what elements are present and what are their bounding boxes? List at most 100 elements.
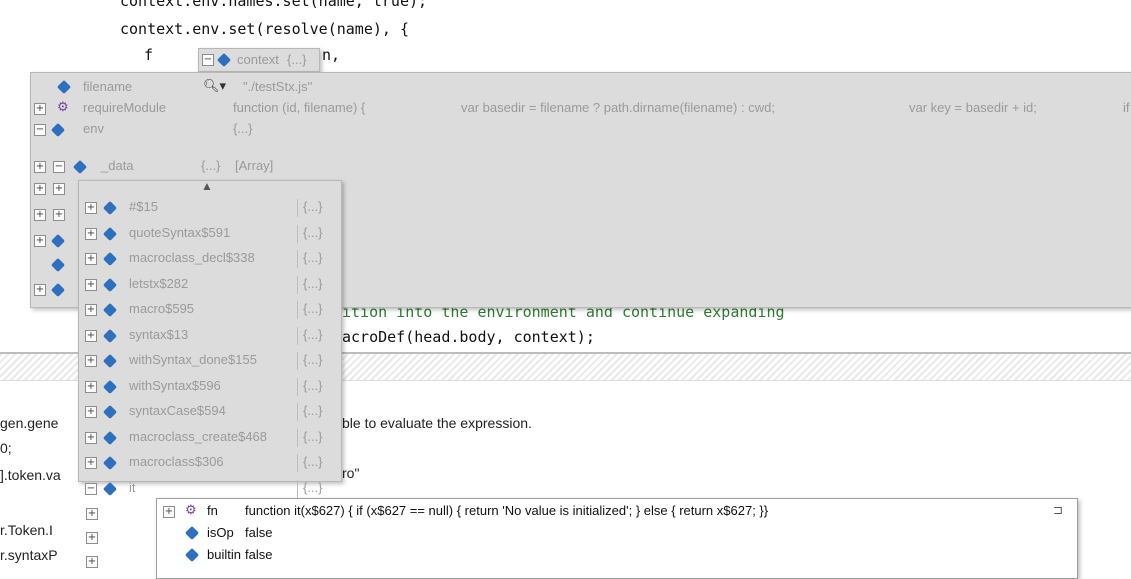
member-name-fn: fn bbox=[207, 503, 218, 518]
context-datatip[interactable]: − context {...} bbox=[198, 48, 320, 72]
data-item-value: {...} bbox=[303, 250, 323, 265]
object-icon bbox=[102, 404, 118, 420]
data-item-value: {...} bbox=[303, 199, 323, 214]
member-name-data: _data bbox=[101, 158, 134, 173]
expand-icon[interactable]: + bbox=[85, 381, 97, 393]
output-fragment: ro" bbox=[342, 465, 360, 481]
data-item-name: withSyntax_done$155 bbox=[129, 352, 257, 367]
data-item-row[interactable]: + withSyntax$596 {...} bbox=[79, 376, 341, 398]
output-line-2: 0; bbox=[0, 440, 12, 456]
expand-icon[interactable]: + bbox=[85, 432, 97, 444]
expand-icon[interactable]: + bbox=[86, 556, 98, 568]
member-name-requiremodule: requireModule bbox=[83, 100, 167, 115]
object-icon bbox=[50, 122, 66, 138]
expand-icon[interactable]: + bbox=[86, 508, 98, 520]
expand-icon[interactable]: + bbox=[34, 161, 46, 173]
expand-icon[interactable]: + bbox=[86, 532, 98, 544]
member-value-env: {...} bbox=[233, 121, 253, 136]
object-icon bbox=[102, 226, 118, 242]
data-item-row[interactable]: − it {...} bbox=[79, 478, 341, 500]
expand-icon[interactable]: + bbox=[85, 279, 97, 291]
data-array-popup[interactable]: ▲ + #$15 {...} + quoteSyntax$591 {...} + macroc… bbox=[78, 179, 342, 498]
search-icon[interactable]: 🔍︎▾ bbox=[203, 78, 226, 94]
data-item-name: quoteSyntax$591 bbox=[129, 225, 231, 240]
expand-icon[interactable]: + bbox=[34, 235, 46, 247]
expand-icon[interactable]: + bbox=[53, 209, 65, 221]
data-item-value: {...} bbox=[303, 378, 323, 393]
expand-icon[interactable]: + bbox=[85, 253, 97, 265]
datatip-name: context bbox=[237, 52, 279, 67]
data-item-row[interactable]: + macroclass_create$468 {...} bbox=[79, 427, 341, 449]
column-divider bbox=[297, 403, 298, 421]
data-item-value: {...} bbox=[303, 480, 323, 495]
column-divider bbox=[297, 327, 298, 345]
data-item-row[interactable]: + syntax$13 {...} bbox=[79, 325, 341, 347]
object-icon bbox=[56, 79, 72, 95]
data-item-name: it bbox=[129, 480, 136, 495]
collapse-icon[interactable]: − bbox=[34, 124, 46, 136]
output-line-1: gen.gene bbox=[0, 415, 59, 431]
data-item-value: {...} bbox=[303, 301, 323, 316]
column-divider bbox=[297, 276, 298, 294]
expand-icon[interactable]: + bbox=[85, 330, 97, 342]
expand-icon[interactable]: + bbox=[85, 355, 97, 367]
data-item-name: macroclass$306 bbox=[129, 454, 224, 469]
it-members-popup[interactable]: + ⚙ fn function it(x$627) { if (x$627 ==… bbox=[156, 498, 1078, 579]
expand-icon[interactable]: + bbox=[34, 183, 46, 195]
code-line-expand: acroDef(head.body, context); bbox=[342, 328, 595, 346]
object-icon bbox=[184, 547, 200, 563]
object-icon bbox=[72, 159, 88, 175]
expand-icon[interactable]: + bbox=[34, 103, 46, 115]
object-icon bbox=[102, 328, 118, 344]
output-line-5: r.syntaxP bbox=[0, 547, 58, 563]
output-line-4: r.Token.I bbox=[0, 522, 53, 538]
data-item-row[interactable]: + quoteSyntax$591 {...} bbox=[79, 223, 341, 245]
pin-icon[interactable]: ⊐ bbox=[1053, 503, 1063, 517]
object-icon bbox=[102, 481, 118, 497]
expand-icon[interactable]: + bbox=[53, 183, 65, 195]
object-icon bbox=[184, 525, 200, 541]
data-item-name: withSyntax$596 bbox=[129, 378, 221, 393]
column-divider bbox=[297, 480, 298, 498]
expand-icon[interactable]: + bbox=[85, 457, 97, 469]
code-line-2: context.env.set(resolve(name), { bbox=[120, 20, 409, 38]
data-item-row[interactable]: + macroclass_decl$338 {...} bbox=[79, 248, 341, 270]
code-line-3-prefix: f bbox=[144, 46, 154, 64]
datatip-value: {...} bbox=[287, 52, 307, 67]
collapse-icon[interactable]: − bbox=[85, 483, 97, 495]
data-item-name: macro$595 bbox=[129, 301, 195, 316]
column-divider bbox=[297, 225, 298, 243]
data-item-row[interactable]: + macro$595 {...} bbox=[79, 299, 341, 321]
data-item-row[interactable]: + macroclass$306 {...} bbox=[79, 452, 341, 474]
expand-icon[interactable]: + bbox=[34, 209, 46, 221]
column-divider bbox=[297, 378, 298, 396]
expand-icon[interactable]: + bbox=[85, 228, 97, 240]
data-item-name: syntaxCase$594 bbox=[129, 403, 226, 418]
expand-icon[interactable]: + bbox=[163, 506, 175, 518]
code-line-1: context.env.names.set(name, true); bbox=[120, 0, 428, 10]
data-item-row[interactable]: + letstx$282 {...} bbox=[79, 274, 341, 296]
expand-icon[interactable]: + bbox=[85, 406, 97, 418]
method-icon: ⚙ bbox=[57, 99, 69, 114]
column-divider bbox=[297, 199, 298, 217]
collapse-icon[interactable]: − bbox=[202, 54, 214, 66]
member-name-builtin: builtin bbox=[207, 547, 241, 562]
object-icon bbox=[50, 282, 66, 298]
member-value-basedir: var basedir = filename ? path.dirname(fi… bbox=[461, 100, 775, 115]
scroll-up-arrow[interactable]: ▲ bbox=[201, 179, 213, 193]
object-icon bbox=[50, 233, 66, 249]
expand-icon[interactable]: + bbox=[34, 284, 46, 296]
object-icon bbox=[102, 251, 118, 267]
member-value-data: {...} bbox=[201, 158, 221, 173]
collapse-icon[interactable]: − bbox=[53, 161, 65, 173]
data-item-row[interactable]: + #$15 {...} bbox=[79, 197, 341, 219]
expand-icon[interactable]: + bbox=[85, 202, 97, 214]
member-value-filename: "./testStx.js" bbox=[243, 79, 313, 94]
member-value-if: if bbox=[1123, 100, 1130, 115]
expand-icon[interactable]: + bbox=[85, 304, 97, 316]
data-item-row[interactable]: + syntaxCase$594 {...} bbox=[79, 401, 341, 423]
member-type-data: [Array] bbox=[235, 158, 274, 173]
object-icon bbox=[102, 302, 118, 318]
column-divider bbox=[297, 250, 298, 268]
data-item-row[interactable]: + withSyntax_done$155 {...} bbox=[79, 350, 341, 372]
